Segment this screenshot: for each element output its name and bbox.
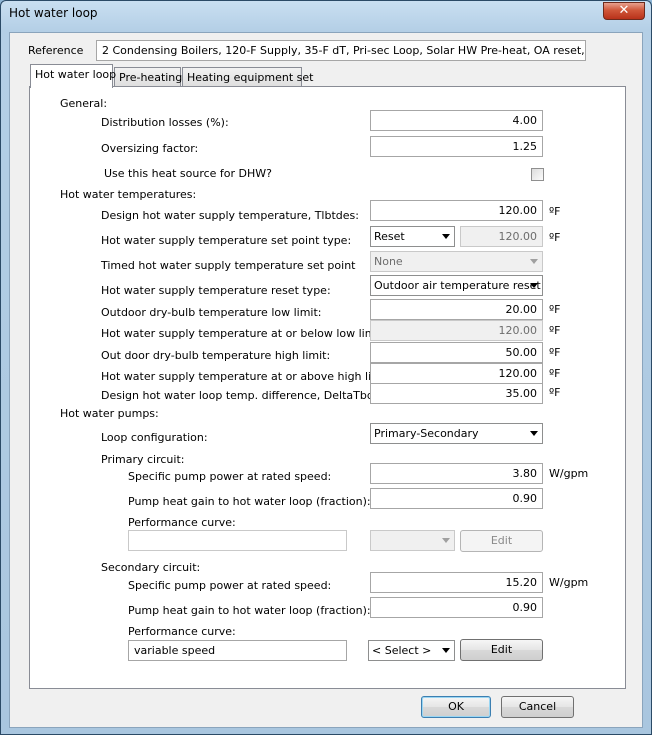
oa-low-limit-input[interactable]: 20.00 [370, 299, 543, 320]
dhw-checkbox-label: Use this heat source for DHW? [104, 167, 273, 180]
timed-setpoint-select: None [370, 251, 543, 272]
chevron-down-icon [442, 234, 450, 239]
window-title: Hot water loop [9, 6, 98, 20]
loop-delta-label: Design hot water loop temp. difference, … [101, 389, 391, 402]
primary-heat-gain-input[interactable]: 0.90 [370, 488, 543, 509]
close-icon: ✕ [618, 3, 630, 18]
loop-config-selected: Primary-Secondary [374, 427, 479, 440]
loop-delta-unit: ºF [549, 386, 561, 399]
secondary-curve-edit-button[interactable]: Edit [460, 639, 543, 661]
loop-config-select[interactable]: Primary-Secondary [370, 423, 543, 444]
distribution-losses-input[interactable]: 4.00 [370, 110, 543, 131]
reference-label: Reference [28, 44, 84, 57]
chevron-down-icon [530, 431, 538, 436]
primary-circuit-heading: Primary circuit: [101, 453, 185, 466]
chevron-down-icon [530, 283, 538, 288]
secondary-curve-name[interactable]: variable speed [128, 640, 347, 661]
secondary-pump-power-input[interactable]: 15.20 [370, 572, 543, 593]
secondary-curve-selected: < Select > [372, 644, 432, 657]
dialog-client-area: Reference 2 Condensing Boilers, 120-F Su… [9, 32, 643, 728]
pumps-heading: Hot water pumps: [60, 407, 159, 420]
primary-curve-label: Performance curve: [128, 516, 236, 529]
reference-input[interactable]: 2 Condensing Boilers, 120-F Supply, 35-F… [96, 40, 586, 61]
oa-high-limit-unit: ºF [549, 346, 561, 359]
ok-button[interactable]: OK [421, 696, 491, 718]
dhw-checkbox[interactable] [531, 168, 544, 181]
oversizing-factor-input[interactable]: 1.25 [370, 136, 543, 157]
reset-type-select[interactable]: Outdoor air temperature reset [370, 275, 543, 296]
close-button[interactable]: ✕ [603, 2, 645, 20]
dialog-window: Hot water loop ✕ Reference 2 Condensing … [0, 0, 652, 735]
tab-heating-equipment-set[interactable]: Heating equipment set [182, 67, 313, 88]
oa-high-limit-label: Out door dry-bulb temperature high limit… [101, 349, 331, 362]
oversizing-factor-label: Oversizing factor: [101, 142, 199, 155]
primary-pump-power-input[interactable]: 3.80 [370, 463, 543, 484]
chevron-down-icon [442, 538, 450, 543]
secondary-curve-label: Performance curve: [128, 625, 236, 638]
setpoint-unit: ºF [549, 231, 561, 244]
primary-curve-select [370, 530, 455, 551]
tab-panel-hot-water-loop: General: Distribution losses (%): 4.00 O… [29, 86, 626, 689]
supply-at-high-label: Hot water supply temperature at or above… [101, 370, 393, 383]
loop-delta-input[interactable]: 35.00 [370, 383, 543, 404]
setpoint-type-label: Hot water supply temperature set point t… [101, 234, 352, 247]
setpoint-type-select[interactable]: Reset [370, 226, 455, 247]
design-supply-label: Design hot water supply temperature, Tlb… [101, 209, 359, 222]
tab-hot-water-loop[interactable]: Hot water loop [30, 64, 116, 88]
general-heading: General: [60, 97, 108, 110]
setpoint-value-input: 120.00 [460, 226, 543, 247]
secondary-pump-power-label: Specific pump power at rated speed: [128, 579, 332, 592]
tab-pre-heating[interactable]: Pre-heating [114, 67, 182, 88]
primary-pump-power-unit: W/gpm [549, 467, 589, 480]
supply-at-high-unit: ºF [549, 367, 561, 380]
timed-setpoint-selected: None [374, 255, 403, 268]
primary-curve-edit-button: Edit [460, 530, 543, 552]
chevron-down-icon [530, 259, 538, 264]
reset-type-selected: Outdoor air temperature reset [374, 279, 541, 292]
setpoint-type-selected: Reset [374, 230, 405, 243]
temperatures-heading: Hot water temperatures: [60, 188, 197, 201]
oa-high-limit-input[interactable]: 50.00 [370, 342, 543, 363]
secondary-circuit-heading: Secondary circuit: [101, 561, 201, 574]
design-supply-unit: ºF [549, 205, 561, 218]
supply-at-low-label: Hot water supply temperature at or below… [101, 327, 387, 340]
design-supply-input[interactable]: 120.00 [370, 200, 543, 221]
primary-curve-name [128, 530, 347, 551]
primary-pump-power-label: Specific pump power at rated speed: [128, 470, 332, 483]
loop-config-label: Loop configuration: [101, 431, 208, 444]
secondary-heat-gain-input[interactable]: 0.90 [370, 597, 543, 618]
oa-low-limit-unit: ºF [549, 303, 561, 316]
reset-type-label: Hot water supply temperature reset type: [101, 284, 331, 297]
secondary-pump-power-unit: W/gpm [549, 576, 589, 589]
supply-at-low-unit: ºF [549, 324, 561, 337]
secondary-curve-select[interactable]: < Select > [368, 640, 455, 661]
supply-at-high-input[interactable]: 120.00 [370, 363, 543, 384]
distribution-losses-label: Distribution losses (%): [101, 116, 229, 129]
oa-low-limit-label: Outdoor dry-bulb temperature low limit: [101, 306, 322, 319]
timed-setpoint-label: Timed hot water supply temperature set p… [101, 259, 356, 272]
supply-at-low-input: 120.00 [370, 320, 543, 341]
primary-heat-gain-label: Pump heat gain to hot water loop (fracti… [128, 495, 371, 508]
secondary-heat-gain-label: Pump heat gain to hot water loop (fracti… [128, 604, 371, 617]
chevron-down-icon [442, 648, 450, 653]
cancel-button[interactable]: Cancel [501, 696, 574, 718]
